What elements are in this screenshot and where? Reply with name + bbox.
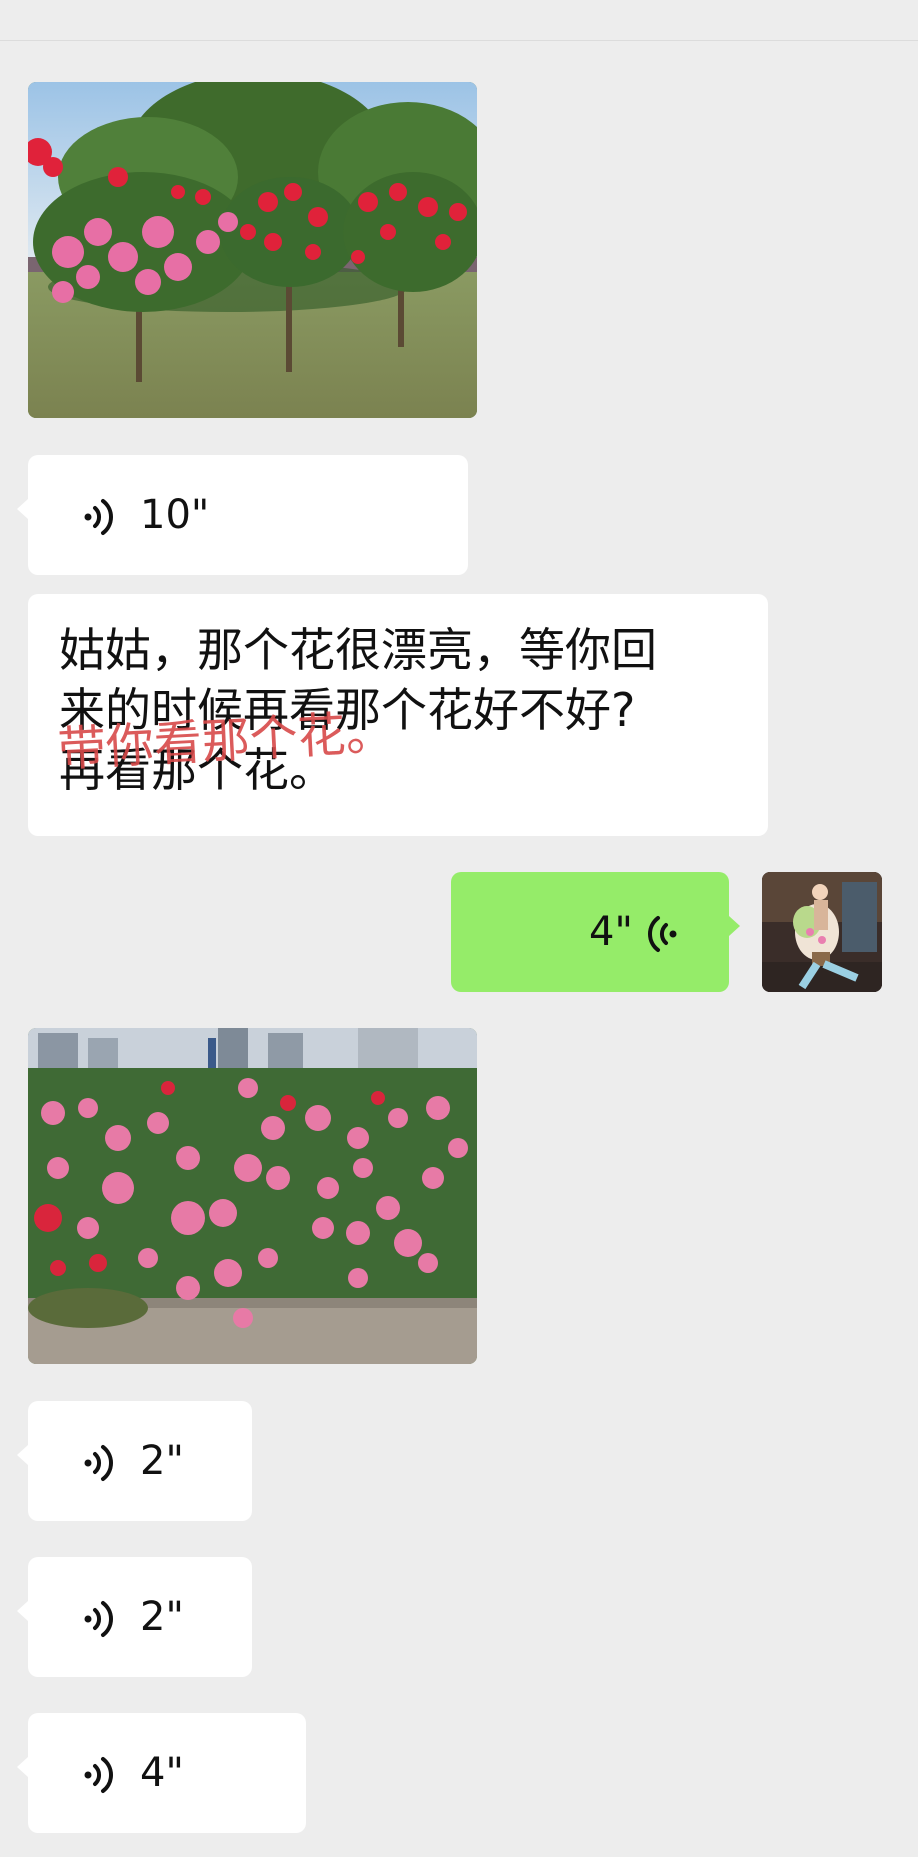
voice-message-left[interactable]: 2" <box>17 1557 252 1677</box>
voice-duration: 2" <box>140 1438 184 1484</box>
voice-duration: 2" <box>140 1594 184 1640</box>
voice-message-right[interactable]: 4" <box>451 872 740 992</box>
voice-wave-icon <box>84 1757 113 1793</box>
avatar[interactable] <box>762 872 882 992</box>
voice-duration: 4" <box>589 909 633 955</box>
voice-message-left[interactable]: 4" <box>17 1713 306 1833</box>
rose-trees-photo <box>28 82 477 418</box>
voice-message-left[interactable]: 2" <box>17 1401 252 1521</box>
image-message-rose-bushes[interactable] <box>28 1028 477 1364</box>
rose-bushes-photo <box>28 1028 477 1364</box>
text-message-left[interactable]: 姑姑，那个花很漂亮，等你回 来的时候再看那个花好不好? 再看那个花。 带你看那个… <box>28 594 768 836</box>
top-divider <box>0 0 918 41</box>
voice-wave-icon <box>84 1445 113 1481</box>
voice-message-left[interactable]: 10" <box>17 455 468 575</box>
image-message-rose-trees[interactable] <box>28 82 477 418</box>
voice-duration: 10" <box>140 492 210 538</box>
message-line-1: 姑姑，那个花很漂亮，等你回 <box>59 623 657 677</box>
voice-wave-icon <box>84 1601 113 1637</box>
voice-wave-icon <box>84 499 113 535</box>
avatar-image <box>762 872 882 992</box>
voice-duration: 4" <box>140 1750 184 1796</box>
voice-wave-icon <box>648 916 677 952</box>
